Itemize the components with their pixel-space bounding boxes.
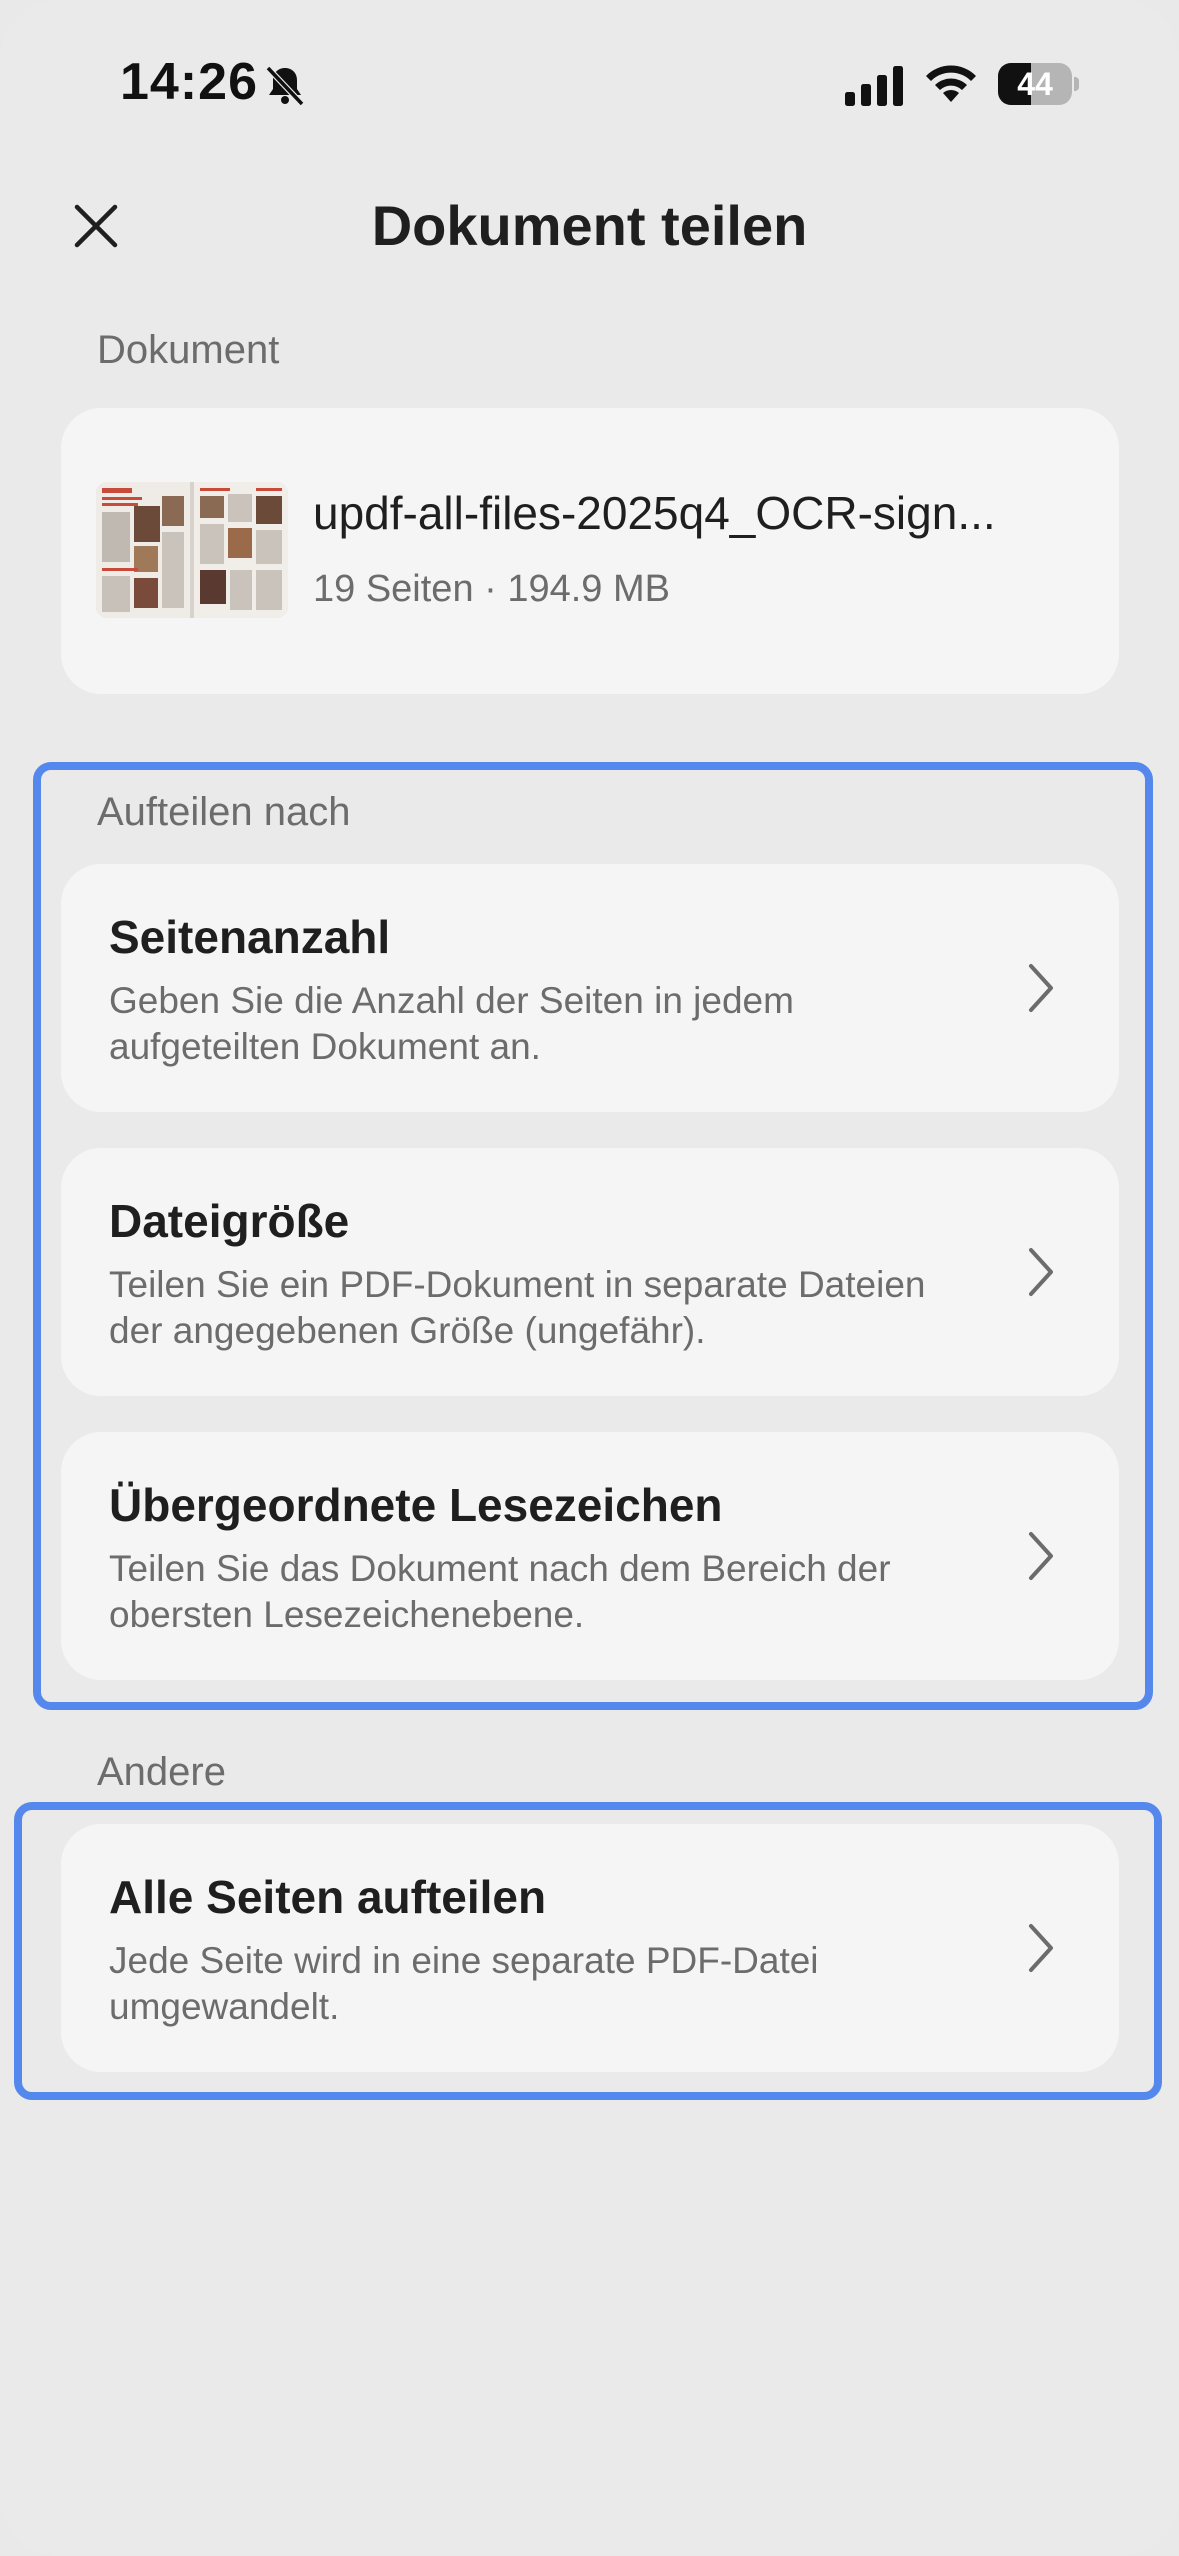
- chevron-right-icon: [1029, 964, 1053, 1012]
- battery-level: 44: [1017, 66, 1053, 102]
- chevron-right-icon: [1029, 1924, 1053, 1972]
- option-description: Jede Seite wird in eine separate PDF-Dat…: [109, 1940, 819, 2027]
- option-top-bookmarks[interactable]: Übergeordnete Lesezeichen Teilen Sie das…: [61, 1432, 1119, 1680]
- document-card[interactable]: updf-all-files-2025q4_OCR-sign... 19 Sei…: [61, 408, 1119, 694]
- option-description: Teilen Sie das Dokument nach dem Bereich…: [109, 1548, 891, 1635]
- option-title: Alle Seiten aufteilen: [109, 1871, 547, 1923]
- chevron-right-icon: [1029, 1532, 1053, 1580]
- option-file-size[interactable]: Dateigröße Teilen Sie ein PDF-Dokument i…: [61, 1148, 1119, 1396]
- cellular-signal-icon: [845, 66, 903, 106]
- wifi-icon: [926, 65, 976, 102]
- option-title: Übergeordnete Lesezeichen: [109, 1479, 723, 1531]
- bell-slash-icon: [265, 65, 305, 107]
- option-title: Dateigröße: [109, 1195, 350, 1247]
- document-meta: 19 Seiten · 194.9 MB: [313, 568, 670, 610]
- chevron-right-icon: [1029, 1248, 1053, 1296]
- battery-body: 44: [998, 63, 1072, 105]
- split-by-section-label: Aufteilen nach: [97, 790, 351, 834]
- status-time: 14:26: [120, 53, 258, 111]
- battery-tip: [1074, 77, 1079, 91]
- page-title: Dokument teilen: [371, 194, 808, 257]
- battery-icon: 44: [998, 63, 1079, 105]
- option-split-all-pages[interactable]: Alle Seiten aufteilen Jede Seite wird in…: [61, 1824, 1119, 2072]
- document-file-name: updf-all-files-2025q4_OCR-sign...: [313, 487, 996, 539]
- option-title: Seitenanzahl: [109, 911, 391, 963]
- document-section-label: Dokument: [97, 328, 280, 372]
- document-thumbnail: [96, 482, 288, 618]
- other-section-label: Andere: [97, 1750, 226, 1794]
- screen: 14:26 44 Dokument teilen Dokument updf-a…: [0, 0, 1179, 2556]
- close-icon: [74, 204, 118, 248]
- option-description: Teilen Sie ein PDF-Dokument in separate …: [109, 1264, 926, 1351]
- close-button[interactable]: [60, 190, 132, 262]
- status-bar: 14:26 44: [0, 0, 1179, 170]
- option-page-count[interactable]: Seitenanzahl Geben Sie die Anzahl der Se…: [61, 864, 1119, 1112]
- option-description: Geben Sie die Anzahl der Seiten in jedem…: [109, 980, 794, 1067]
